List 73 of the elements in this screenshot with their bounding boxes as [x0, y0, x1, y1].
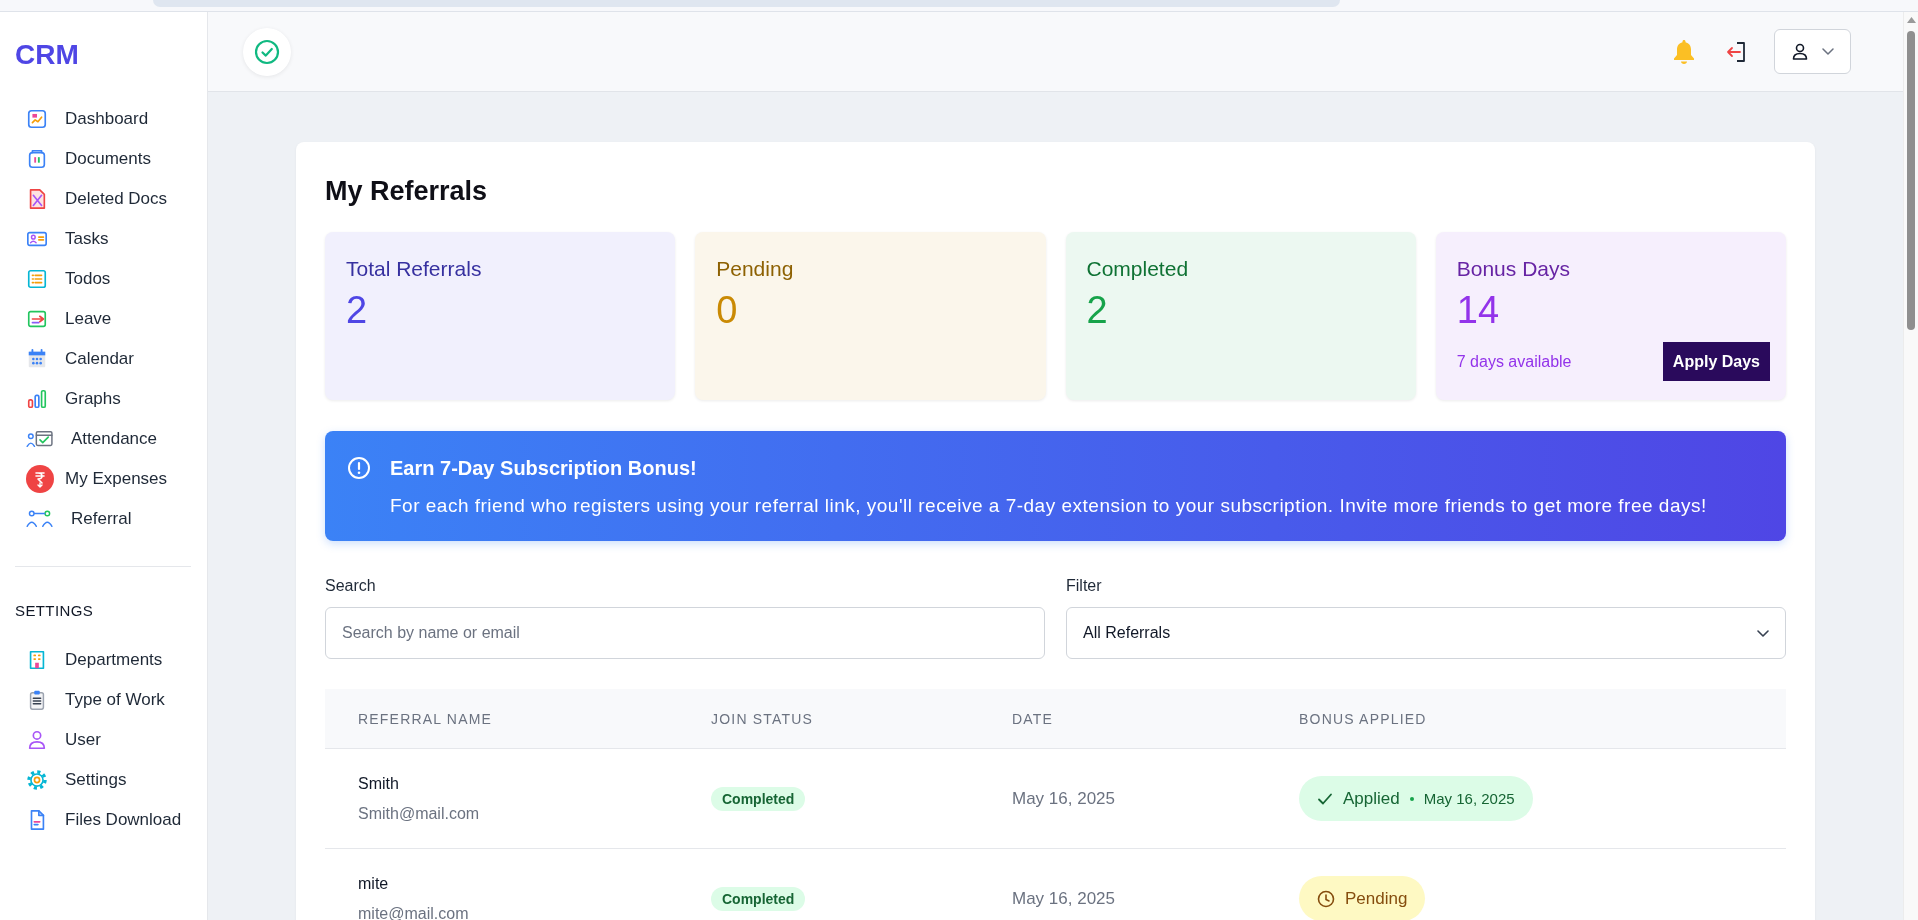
page-title: My Referrals — [325, 175, 488, 207]
column-header: BONUS APPLIED — [1299, 710, 1427, 727]
nav-item[interactable]: Type of Work — [12, 680, 195, 720]
stat-label: Bonus Days — [1456, 256, 1570, 282]
separator-dot-icon — [1409, 796, 1414, 801]
scrollbar-thumb[interactable] — [1907, 31, 1915, 330]
filter-dropdown[interactable]: All Referrals — [1066, 607, 1786, 659]
join-status-badge: Completed — [711, 886, 806, 911]
nav-item[interactable]: Calendar — [12, 339, 195, 379]
attendance-icon — [26, 428, 54, 450]
nav-item[interactable]: Documents — [12, 139, 195, 179]
referral-name: Smith — [358, 773, 399, 794]
section-title: SETTINGS — [14, 601, 94, 621]
logo[interactable]: CRM — [0, 38, 79, 72]
stat-value: 2 — [1086, 288, 1108, 332]
nav-item[interactable]: Graphs — [12, 379, 195, 419]
column-header: DATE — [1012, 710, 1054, 727]
stat-value: 0 — [716, 288, 738, 332]
document-icon — [26, 148, 48, 170]
nav-item[interactable]: User — [12, 720, 195, 760]
nav-item[interactable]: Todos — [12, 259, 195, 299]
nav-item[interactable]: Leave — [12, 299, 195, 339]
referral-name: mite — [358, 873, 389, 894]
nav-item[interactable]: Tasks — [12, 219, 195, 259]
join-status-badge: Completed — [711, 786, 806, 811]
dashboard-icon — [26, 108, 48, 130]
stat-label: Completed — [1086, 256, 1189, 282]
column-header: JOIN STATUS — [711, 710, 814, 727]
user-icon — [1791, 43, 1808, 60]
arrow-box-icon — [26, 308, 48, 330]
nav-item[interactable]: Deleted Docs — [12, 179, 195, 219]
people-link-icon — [26, 508, 54, 530]
nav-item[interactable]: Settings — [12, 760, 195, 800]
nav-item[interactable]: Attendance — [12, 419, 195, 459]
list-icon — [26, 268, 48, 290]
logout-icon[interactable] — [1726, 40, 1748, 63]
chevron-down-icon — [1757, 629, 1769, 637]
bonus-label: Pending — [1345, 888, 1408, 909]
stat-note: 7 days available — [1456, 351, 1572, 372]
notification-bell-icon[interactable] — [1672, 38, 1696, 65]
chevron-down-icon — [1821, 48, 1834, 55]
nav-item[interactable]: Referral — [12, 499, 195, 539]
user-icon — [26, 729, 48, 751]
check-circle-icon — [243, 27, 291, 76]
nav-item[interactable]: Files Download — [12, 800, 195, 840]
bonus-label: Applied — [1343, 788, 1400, 809]
referral-email: mite@mail.com — [358, 903, 469, 920]
column-header: REFERRAL NAME — [358, 710, 493, 727]
search-field[interactable]: Search by name or email — [325, 607, 1045, 659]
settings-icon — [26, 769, 48, 791]
filter-label: Filter — [1066, 576, 1102, 596]
nav-item[interactable]: My Expenses — [12, 459, 195, 499]
stat-value: 14 — [1456, 288, 1500, 332]
nav-item[interactable]: Dashboard — [12, 99, 195, 139]
search-label: Search — [325, 576, 376, 596]
user-menu-button[interactable] — [1774, 29, 1851, 74]
join-date: May 16, 2025 — [1012, 887, 1115, 910]
referral-email: Smith@mail.com — [358, 803, 480, 824]
bonus-date: May 16, 2025 — [1423, 790, 1515, 807]
info-icon — [347, 456, 371, 480]
join-date: May 16, 2025 — [1012, 787, 1115, 810]
banner-text: For each friend who registers using your referral link, you'll receive a 7-day extension to your subscription. Invite more friends to get more free days! — [390, 494, 1707, 518]
scroll-up-arrow-icon[interactable] — [1906, 17, 1916, 23]
banner-title: Earn 7-Day Subscription Bonus! — [390, 456, 697, 481]
apply-days-button[interactable]: Apply Days — [1662, 342, 1770, 381]
calendar-icon — [26, 348, 48, 370]
bar-chart-icon — [26, 388, 48, 410]
clock-icon — [1317, 889, 1335, 908]
stat-label: Total Referrals — [346, 256, 482, 282]
stat-value: 2 — [346, 288, 368, 332]
stat-label: Pending — [716, 256, 794, 282]
nav-item[interactable]: Departments — [12, 640, 195, 680]
rupee-icon — [26, 465, 54, 493]
